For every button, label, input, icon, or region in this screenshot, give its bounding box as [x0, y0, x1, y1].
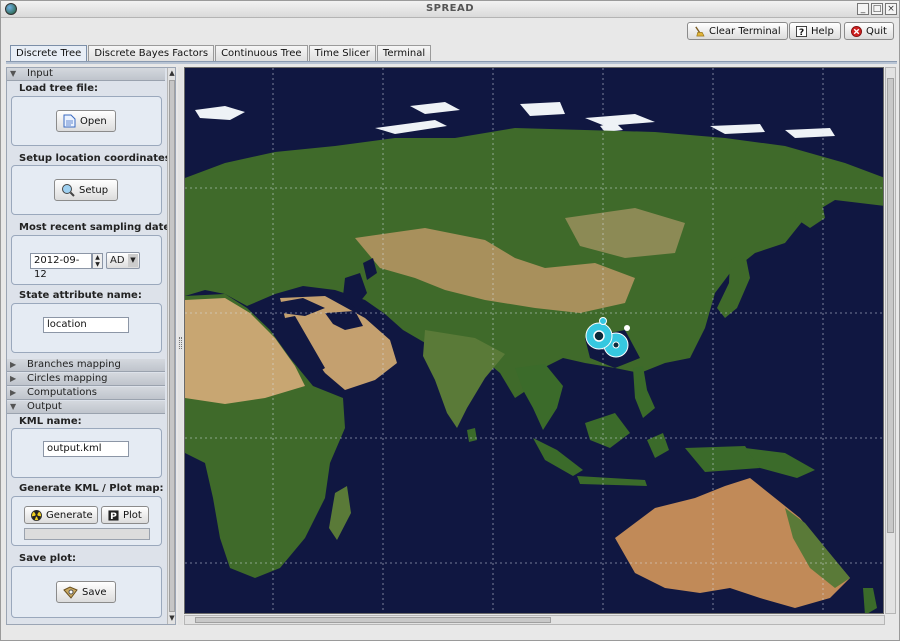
help-button[interactable]: ? Help: [789, 22, 841, 40]
save-plot-label: Save plot:: [19, 553, 76, 564]
scroll-down-icon[interactable]: ▼: [168, 613, 175, 623]
scrollbar-thumb[interactable]: [169, 80, 175, 612]
setup-button-label: Setup: [79, 184, 109, 196]
section-input-header[interactable]: ▼ Input: [7, 68, 165, 81]
map-canvas: [185, 68, 883, 613]
expand-triangle-icon: ▶: [10, 388, 17, 397]
split-pane-divider[interactable]: [178, 67, 183, 625]
state-attribute-box: location: [11, 303, 162, 353]
minimize-button[interactable]: _: [857, 3, 869, 15]
location-circle-core: [612, 341, 620, 349]
tab-discrete-bayes-factors[interactable]: Discrete Bayes Factors: [88, 45, 215, 62]
generate-label: Generate KML / Plot map:: [19, 483, 164, 494]
broom-icon: [695, 26, 705, 36]
maximize-button[interactable]: □: [871, 3, 883, 15]
sampling-date-label: Most recent sampling date:: [19, 222, 175, 233]
svg-text:?: ?: [799, 27, 804, 37]
era-value: AD: [110, 255, 125, 266]
save-button-label: Save: [82, 586, 107, 598]
close-window-button[interactable]: ×: [885, 3, 897, 15]
section-computations-header[interactable]: ▶ Computations: [7, 387, 165, 400]
window-title: SPREAD: [425, 3, 475, 14]
section-branches-mapping-header[interactable]: ▶ Branches mapping: [7, 359, 165, 372]
setup-box: Setup: [11, 165, 162, 215]
main-tabs: Discrete Tree Discrete Bayes Factors Con…: [10, 45, 432, 62]
save-disk-icon: [63, 586, 78, 599]
p-letter-icon: P: [108, 509, 119, 521]
magnifier-globe-icon: [62, 184, 75, 197]
date-spinner[interactable]: ▲ ▼: [92, 253, 103, 269]
plot-button-label: Plot: [123, 509, 142, 521]
grip-icon: [179, 337, 182, 349]
quit-button[interactable]: Quit: [844, 22, 894, 40]
section-branches-mapping-label: Branches mapping: [27, 359, 121, 370]
stop-icon: [851, 25, 862, 37]
settings-scrollbar[interactable]: ▲ ▼: [167, 68, 175, 624]
scroll-up-icon[interactable]: ▲: [168, 68, 175, 78]
kml-name-box: output.kml: [11, 428, 162, 478]
tab-content-border: [6, 61, 897, 64]
location-circle-core: [593, 330, 605, 342]
chevron-down-icon: ▼: [128, 254, 138, 267]
tab-continuous-tree[interactable]: Continuous Tree: [215, 45, 308, 62]
open-button[interactable]: Open: [56, 110, 116, 132]
settings-panel: ▼ Input Load tree file: Open Setup locat…: [6, 67, 176, 625]
generate-box: Generate P Plot: [11, 496, 162, 546]
document-icon: [63, 114, 76, 128]
clear-terminal-label: Clear Terminal: [709, 25, 781, 37]
setup-button[interactable]: Setup: [54, 179, 118, 201]
section-computations-label: Computations: [27, 387, 97, 398]
era-select[interactable]: AD ▼: [106, 252, 140, 269]
load-tree-label: Load tree file:: [19, 83, 99, 94]
map-horizontal-scrollbar[interactable]: [184, 615, 885, 625]
collapse-triangle-icon: ▼: [10, 69, 17, 78]
radiation-icon: [31, 509, 42, 521]
section-circles-mapping-header[interactable]: ▶ Circles mapping: [7, 373, 165, 386]
title-bar: SPREAD _ □ ×: [1, 1, 899, 18]
state-attribute-field[interactable]: location: [43, 317, 129, 333]
section-circles-mapping-label: Circles mapping: [27, 373, 108, 384]
question-icon: ?: [796, 25, 807, 37]
collapse-triangle-icon: ▼: [10, 402, 17, 411]
section-output-label: Output: [27, 401, 62, 412]
kml-name-label: KML name:: [19, 416, 82, 427]
map-hscroll-thumb[interactable]: [195, 617, 551, 623]
generate-button[interactable]: Generate: [24, 506, 98, 524]
tab-terminal[interactable]: Terminal: [376, 45, 432, 62]
open-label: Open: [80, 115, 107, 127]
help-label: Help: [811, 25, 834, 37]
location-circle: [599, 317, 607, 325]
state-attribute-label: State attribute name:: [19, 290, 142, 301]
tab-time-slicer[interactable]: Time Slicer: [308, 45, 376, 62]
spread-window: SPREAD _ □ × Clear Terminal ? Help Quit …: [0, 0, 900, 641]
location-point: [624, 325, 630, 331]
save-button[interactable]: Save: [56, 581, 116, 603]
expand-triangle-icon: ▶: [10, 360, 17, 369]
section-output-header[interactable]: ▼ Output: [7, 401, 165, 414]
expand-triangle-icon: ▶: [10, 374, 17, 383]
generate-button-label: Generate: [46, 509, 93, 521]
world-map[interactable]: [184, 67, 884, 614]
progress-bar: [24, 528, 150, 540]
kml-name-field[interactable]: output.kml: [43, 441, 129, 457]
svg-text:P: P: [110, 511, 117, 521]
tab-discrete-tree[interactable]: Discrete Tree: [10, 45, 88, 62]
section-input-label: Input: [27, 68, 53, 79]
setup-label: Setup location coordinates:: [19, 153, 175, 164]
load-tree-box: Open: [11, 96, 162, 146]
map-vertical-scrollbar[interactable]: [885, 67, 896, 614]
sampling-date-box: 2012-09-12 ▲ ▼ AD ▼: [11, 235, 162, 285]
save-plot-box: Save: [11, 566, 162, 618]
clear-terminal-button[interactable]: Clear Terminal: [687, 22, 788, 40]
map-vscroll-thumb[interactable]: [887, 78, 894, 533]
quit-label: Quit: [866, 25, 887, 37]
plot-button[interactable]: P Plot: [101, 506, 149, 524]
sampling-date-field[interactable]: 2012-09-12: [30, 253, 92, 280]
